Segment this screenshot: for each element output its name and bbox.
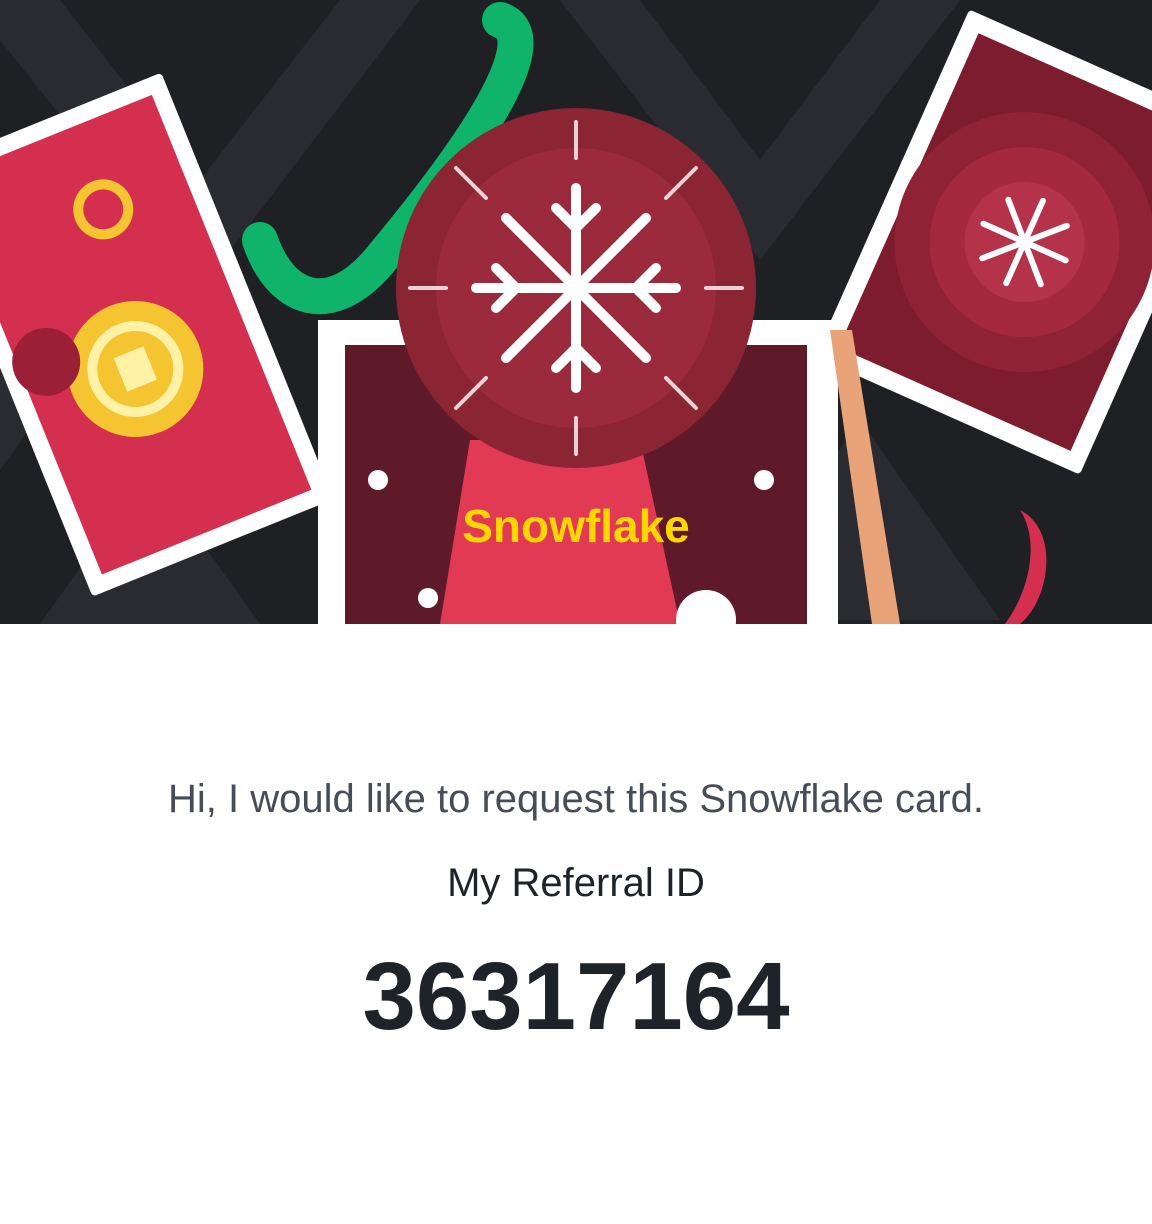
referral-id: 36317164 xyxy=(362,943,790,1050)
referral-label: My Referral ID xyxy=(447,861,705,905)
request-message: Hi, I would like to request this Snowfla… xyxy=(168,777,984,821)
snowflake-icon xyxy=(471,183,681,393)
snowflake-medal xyxy=(396,108,756,468)
card-title: Snowflake xyxy=(462,500,690,552)
card-banner: Snowflake xyxy=(0,0,1152,624)
